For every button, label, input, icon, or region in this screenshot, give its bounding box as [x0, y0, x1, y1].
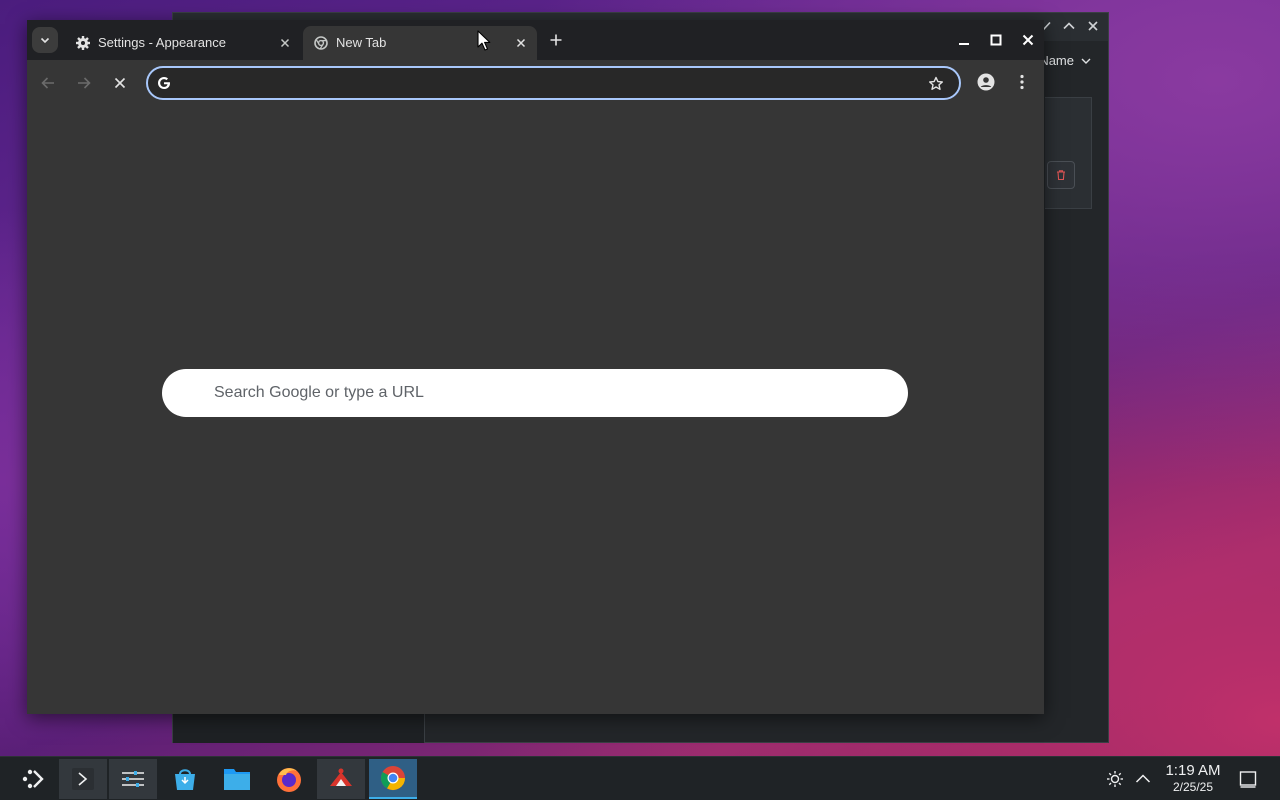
browser-toolbar	[27, 60, 1044, 105]
discover-store-icon	[172, 766, 198, 792]
show-desktop-icon[interactable]	[1238, 769, 1258, 789]
chevron-up-icon[interactable]	[1134, 770, 1152, 788]
ntp-search-box[interactable]: Search Google or type a URL	[162, 369, 908, 417]
trash-icon	[1055, 169, 1067, 181]
google-g-icon	[156, 75, 172, 91]
close-icon[interactable]	[1086, 19, 1100, 33]
kebab-menu-icon[interactable]	[1013, 73, 1031, 91]
gear-icon	[75, 35, 91, 51]
background-sidebar	[173, 713, 425, 743]
tab-close-icon[interactable]	[277, 35, 293, 51]
tab-title: Settings - Appearance	[98, 35, 226, 50]
taskbar-firefox[interactable]	[265, 759, 313, 799]
background-side-panel	[1045, 97, 1092, 209]
application-launcher[interactable]	[9, 759, 57, 799]
tab-strip[interactable]: Settings - Appearance New Tab	[27, 20, 1044, 60]
taskbar-system-settings[interactable]	[109, 759, 157, 799]
ntp-search-placeholder: Search Google or type a URL	[214, 384, 424, 401]
new-tab-plus-icon[interactable]	[547, 31, 565, 49]
file-manager-icon	[223, 766, 251, 792]
tab-new-tab[interactable]: New Tab	[303, 26, 537, 60]
minimize-icon[interactable]	[956, 32, 972, 48]
maximize-chevron-icon[interactable]	[1062, 19, 1076, 33]
brightness-icon[interactable]	[1106, 770, 1124, 788]
clock-date[interactable]: 2/25/25	[1160, 780, 1226, 794]
delete-button[interactable]	[1047, 161, 1075, 189]
mouse-cursor-icon	[477, 30, 491, 52]
sort-dropdown[interactable]: Name	[1039, 53, 1092, 68]
chrome-browser-window[interactable]: Settings - Appearance New Tab Search Goo…	[27, 20, 1044, 714]
taskbar-discover[interactable]	[161, 759, 209, 799]
clock-time[interactable]: 1:19 AM	[1160, 762, 1226, 779]
firefox-icon	[275, 765, 303, 793]
close-icon[interactable]	[1020, 32, 1036, 48]
address-bar[interactable]	[146, 66, 961, 100]
tab-settings-appearance[interactable]: Settings - Appearance	[65, 26, 301, 60]
profile-icon[interactable]	[977, 73, 995, 91]
terminal-icon	[71, 767, 95, 791]
taskbar-file-manager[interactable]	[213, 759, 261, 799]
chevron-down-icon	[39, 34, 51, 46]
taskbar-chrome[interactable]	[369, 759, 417, 799]
forward-arrow-icon[interactable]	[75, 74, 93, 92]
tab-search-button[interactable]	[32, 27, 58, 53]
taskbar-game-app[interactable]	[317, 759, 365, 799]
chrome-icon	[379, 764, 407, 792]
tab-close-icon[interactable]	[513, 35, 529, 51]
game-app-icon	[327, 766, 355, 792]
launcher-icon	[21, 767, 45, 791]
chrome-loading-icon	[313, 35, 329, 51]
stop-loading-icon[interactable]	[111, 74, 129, 92]
omnibox-input[interactable]	[182, 74, 912, 92]
back-arrow-icon[interactable]	[39, 74, 57, 92]
maximize-icon[interactable]	[988, 32, 1004, 48]
taskbar-terminal[interactable]	[59, 759, 107, 799]
chevron-down-icon	[1080, 55, 1092, 67]
taskbar: 1:19 AM 2/25/25	[0, 756, 1280, 800]
bookmark-star-icon[interactable]	[927, 75, 945, 93]
new-tab-page: Search Google or type a URL	[27, 105, 1044, 714]
tab-title: New Tab	[336, 35, 387, 50]
background-window-controls	[1038, 19, 1100, 33]
sort-label: Name	[1039, 53, 1074, 68]
settings-icon	[120, 766, 146, 792]
